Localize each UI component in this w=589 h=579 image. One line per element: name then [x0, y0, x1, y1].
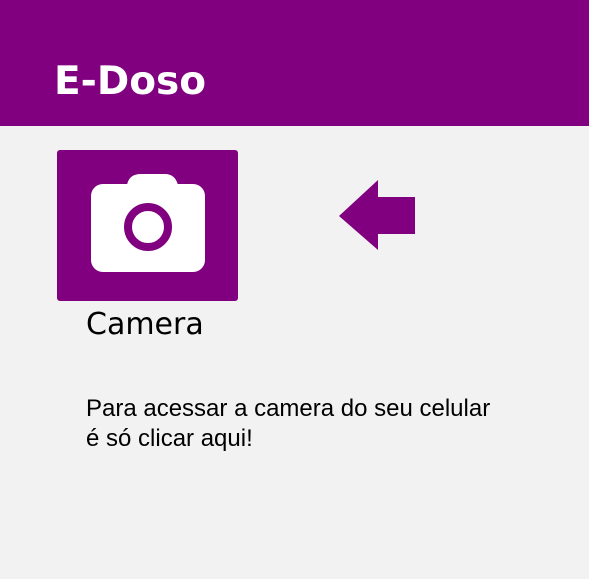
camera-icon [91, 174, 205, 272]
camera-description: Para acessar a camera do seu celular é s… [86, 394, 556, 454]
camera-label: Camera [86, 307, 204, 342]
arrow-left-icon [339, 180, 415, 250]
app-bar: E-Doso [0, 0, 589, 126]
camera-button[interactable] [57, 150, 238, 301]
app-title: E-Doso [54, 59, 207, 104]
description-line-1: Para acessar a camera do seu celular [86, 395, 491, 422]
description-line-2: é só clicar aqui! [86, 425, 253, 452]
